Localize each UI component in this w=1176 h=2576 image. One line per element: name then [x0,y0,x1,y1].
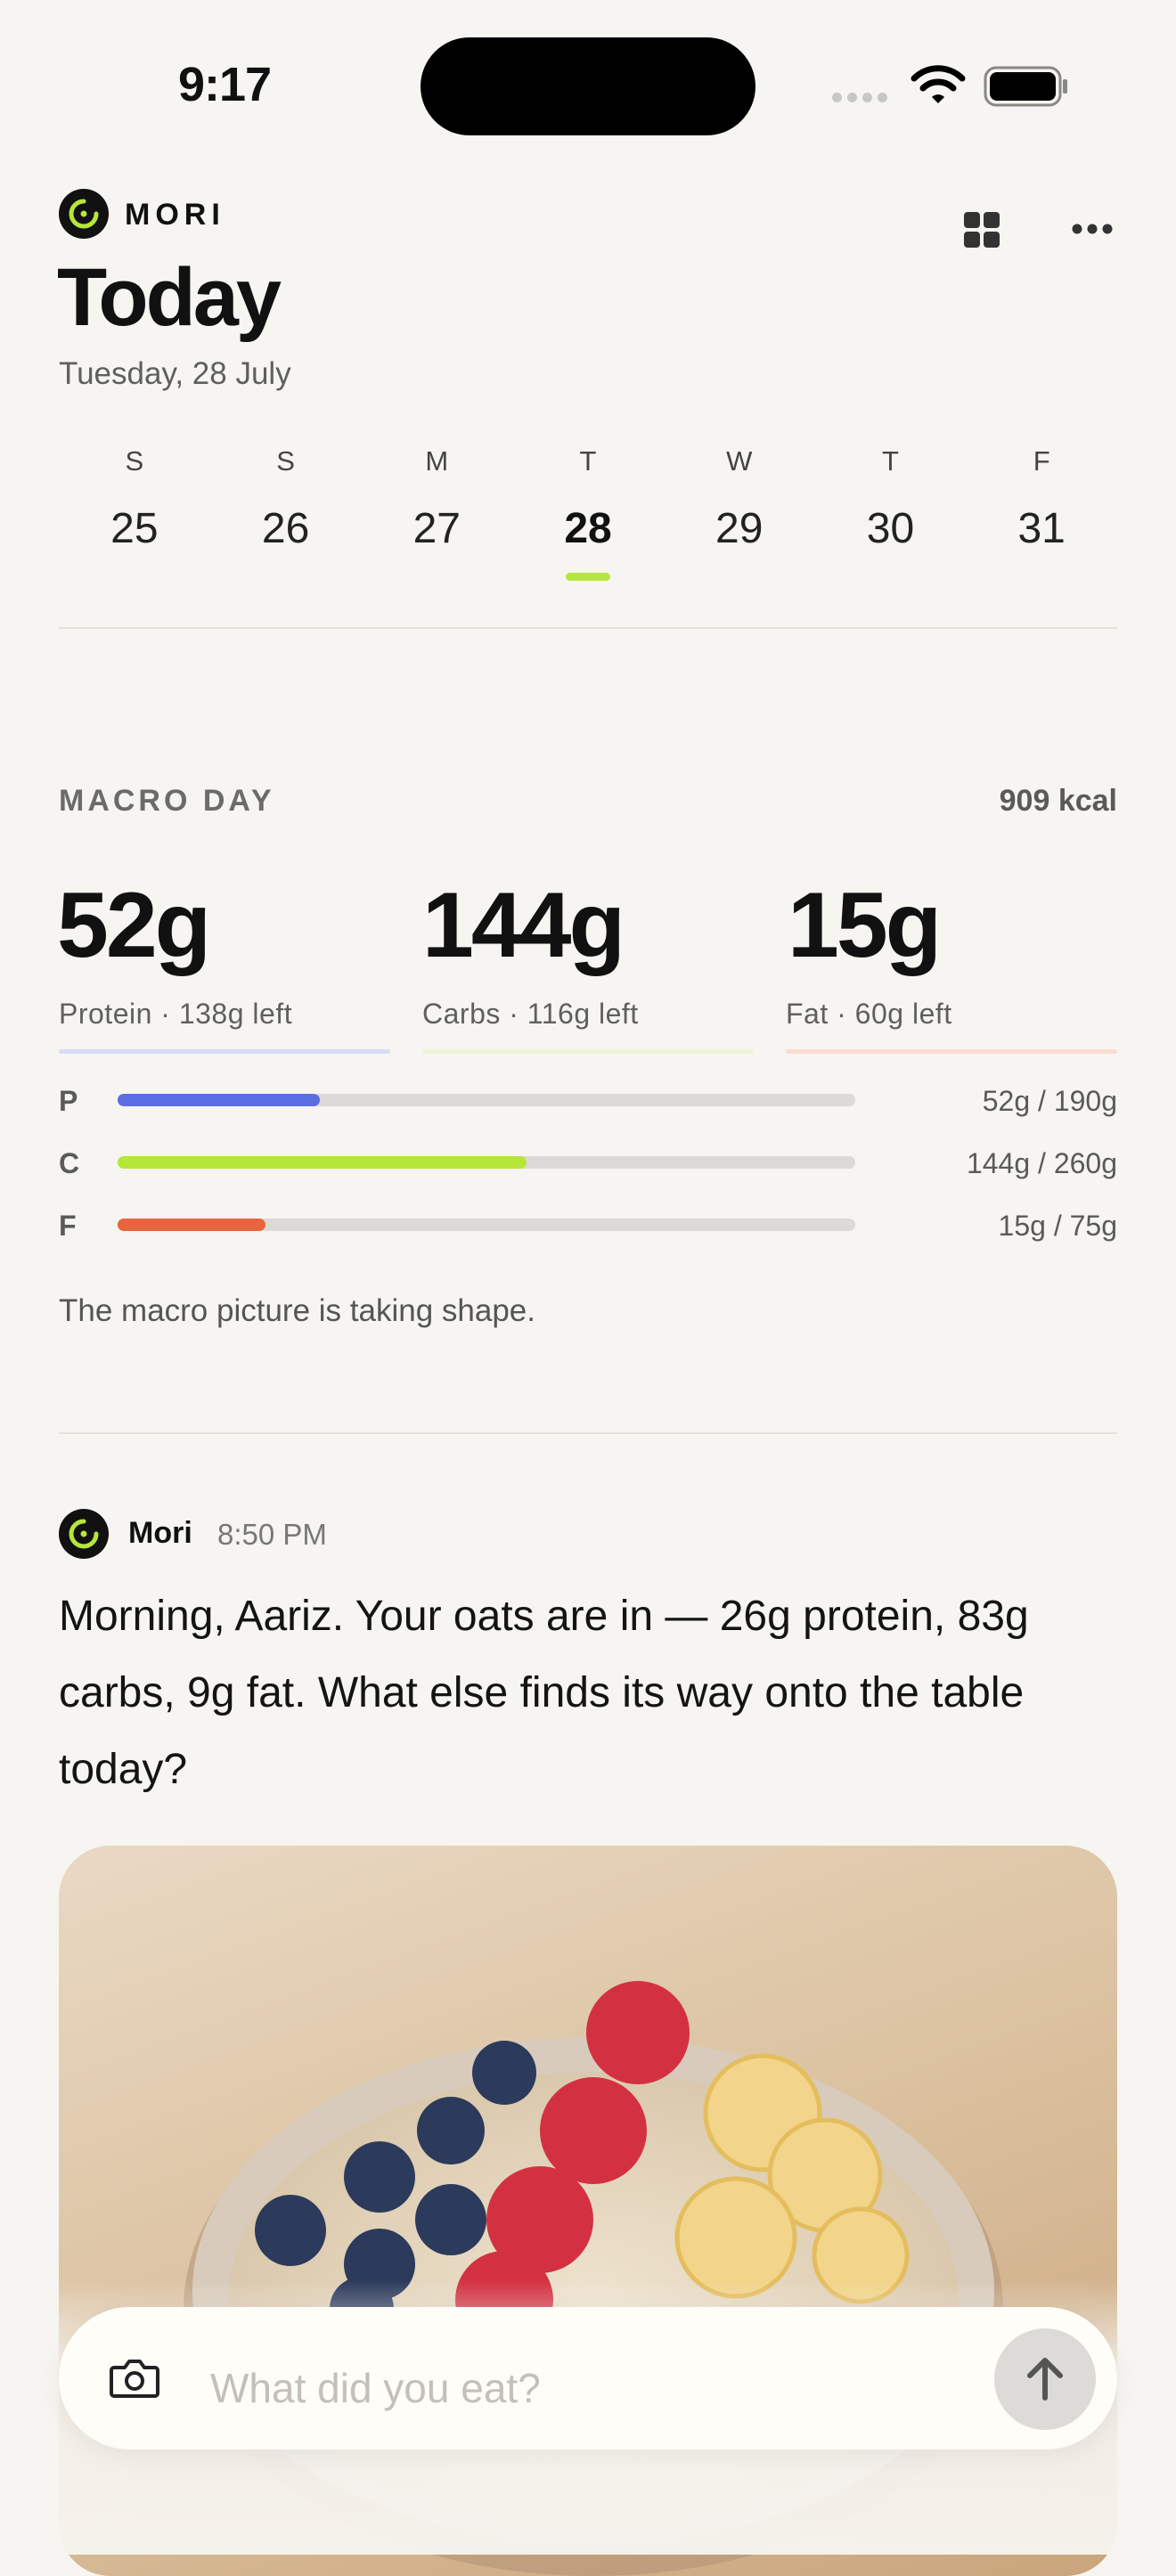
day-of-week: T [579,445,597,477]
day-number: 31 [1017,505,1066,552]
day-number: 29 [715,505,764,552]
message-sender: Mori [128,1516,192,1550]
message-text: Morning, Aariz. Your oats are in — 26g p… [59,1593,1029,1793]
carbs-bar-label: C [59,1147,80,1179]
carbs-progress-bar [118,1156,855,1169]
day-27[interactable]: M 27 [361,445,512,581]
wifi-icon [911,65,966,103]
send-button[interactable] [994,2328,1096,2430]
week-strip: S 25 S 26 M 27 T 28 W 29 T 30 F 31 [59,445,1117,581]
page-title: Today [57,252,282,343]
protein-progress-bar [118,1094,855,1106]
day-25[interactable]: S 25 [59,445,210,581]
day-30[interactable]: T 30 [815,445,967,581]
carbs-progress-fill [118,1156,527,1169]
message-timestamp: 8:50 PM [217,1518,327,1551]
day-31[interactable]: F 31 [966,445,1117,581]
meal-input[interactable]: What did you eat? [210,2364,541,2412]
day-number: 25 [110,505,159,552]
brand-name: MORI [125,198,225,232]
day-29[interactable]: W 29 [664,445,815,581]
arrow-up-icon [1027,2358,1063,2401]
carbs-remaining: Carbs · 116g left [422,998,639,1030]
day-of-week: S [125,445,144,477]
grid-icon[interactable] [962,210,1001,249]
battery-icon [984,66,1067,107]
protein-progress-fill [118,1094,320,1106]
more-icon[interactable] [1071,223,1114,235]
macro-section-label: MACRO DAY [59,784,275,818]
divider [59,1432,1117,1434]
carbs-progress-text: 144g / 260g [966,1147,1117,1179]
day-26[interactable]: S 26 [210,445,362,581]
fat-bar-label: F [59,1210,77,1242]
protein-value: 52g [57,874,211,977]
fat-progress-fill [118,1219,265,1231]
kcal-total: 909 kcal [999,784,1117,818]
day-of-week: S [276,445,295,477]
day-number: 30 [866,505,915,552]
day-of-week: T [881,445,899,477]
carbs-value: 144g [422,874,625,977]
carbs-underline [422,1049,754,1054]
camera-icon[interactable] [109,2357,160,2400]
selected-day-indicator [566,573,611,581]
assistant-avatar [59,1509,109,1559]
logo-icon [59,189,109,239]
fat-remaining: Fat · 60g left [786,998,952,1030]
day-28[interactable]: T 28 [512,445,664,581]
current-date: Tuesday, 28 July [59,356,291,391]
cellular-signal-icon [832,93,887,102]
divider [59,627,1117,629]
fat-value: 15g [788,874,942,977]
day-number: 27 [412,505,461,552]
protein-bar-label: P [59,1085,78,1117]
dynamic-island [421,37,755,135]
day-of-week: W [726,445,753,477]
fat-progress-bar [118,1219,855,1231]
protein-underline [59,1049,390,1054]
day-number: 28 [564,505,612,552]
macro-note: The macro picture is taking shape. [59,1293,535,1328]
protein-progress-text: 52g / 190g [982,1085,1117,1117]
day-of-week: M [425,445,449,477]
fat-progress-text: 15g / 75g [998,1210,1117,1242]
fat-underline [786,1049,1117,1054]
day-number: 26 [261,505,310,552]
day-of-week: F [1033,445,1050,477]
protein-remaining: Protein · 138g left [59,998,293,1030]
status-time: 9:17 [178,58,272,111]
